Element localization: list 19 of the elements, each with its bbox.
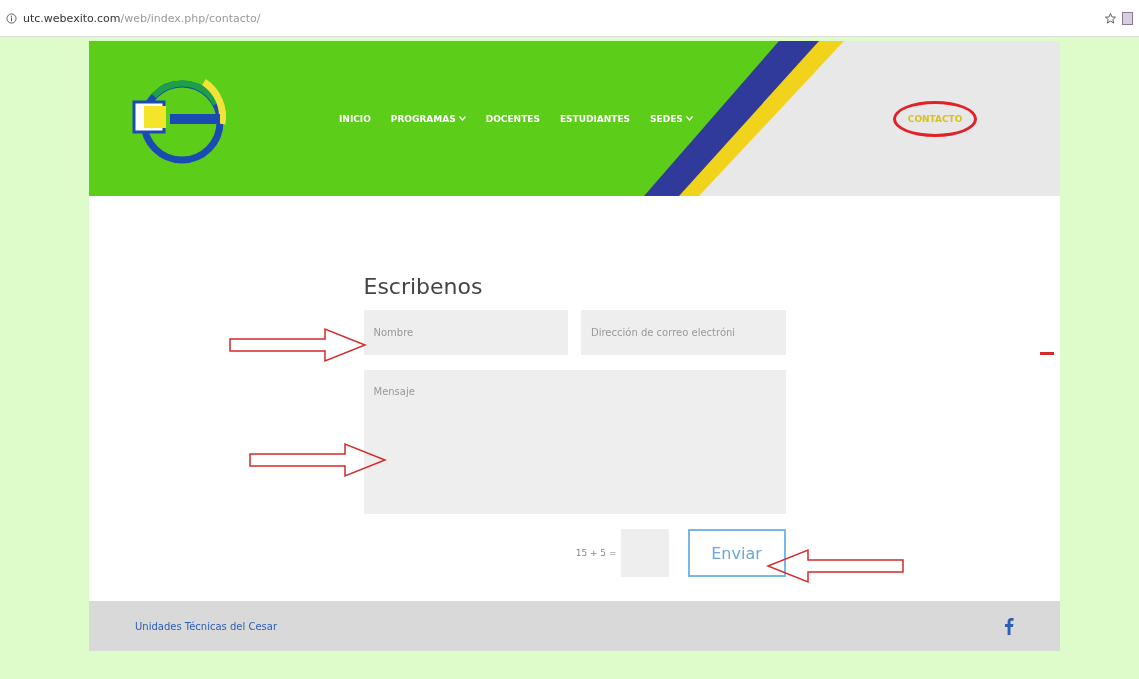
submit-button[interactable]: Enviar xyxy=(687,529,786,577)
info-icon xyxy=(6,12,17,24)
nav-link[interactable]: DOCENTES xyxy=(485,113,540,124)
nav-link[interactable]: INICIO xyxy=(339,113,371,124)
email-field[interactable]: Dirección de correo electróni xyxy=(581,310,786,355)
nav-link[interactable]: SEDES xyxy=(650,113,693,124)
facebook-icon[interactable] xyxy=(1004,617,1014,635)
star-icon[interactable] xyxy=(1105,12,1116,24)
annotation-mark xyxy=(1040,352,1054,355)
form-title: Escribenos xyxy=(363,274,484,299)
nav-link[interactable]: ESTUDIANTES xyxy=(559,113,631,124)
url-text[interactable]: utc.webexito.com/web/index.php/contacto/ xyxy=(23,11,261,25)
extension-icon[interactable] xyxy=(1122,11,1133,25)
nav-link[interactable]: CONTACTO xyxy=(892,100,978,137)
name-field[interactable]: Nombre xyxy=(363,310,568,355)
captcha-label: 15 + 5 = xyxy=(575,548,617,558)
message-field[interactable]: Mensaje xyxy=(363,370,786,514)
nav-link[interactable]: PROGRAMAS xyxy=(390,113,466,124)
footer-text: Unidades Técnicas del Cesar xyxy=(135,620,278,632)
